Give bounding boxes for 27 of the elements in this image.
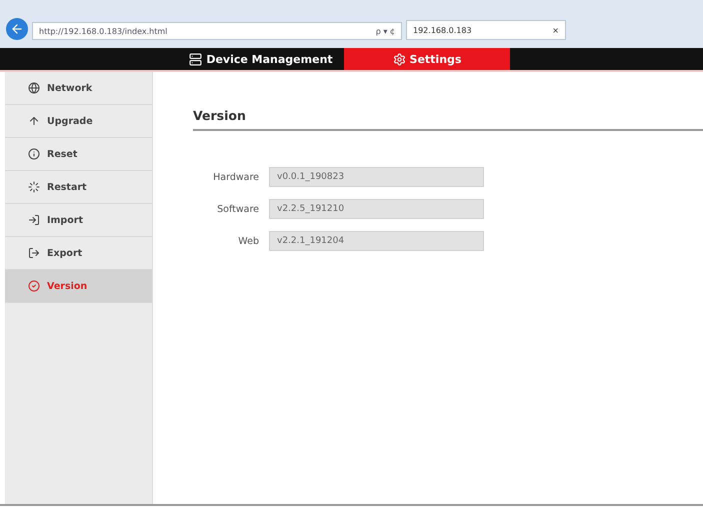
globe-icon (28, 82, 40, 94)
version-field[interactable]: v0.0.1_190823 (269, 167, 484, 187)
arrow-up-icon (28, 115, 40, 127)
sidebar-item[interactable]: Network (5, 72, 152, 105)
browser-tab[interactable]: 192.168.0.183 × (406, 20, 566, 40)
version-field[interactable]: v2.2.5_191210 (269, 199, 484, 219)
field-label: Web (237, 236, 259, 246)
address-bar[interactable]: http://192.168.0.183/index.html ρ ▾ ¢ (32, 22, 402, 40)
version-field[interactable]: v2.2.1_191204 (269, 231, 484, 251)
check-circle-icon (28, 280, 40, 292)
tab-close-button[interactable]: × (552, 26, 559, 34)
import-icon (28, 214, 40, 226)
sidebar-item[interactable]: Upgrade (5, 105, 152, 138)
sidebar-item[interactable]: Restart (5, 171, 152, 204)
settings-icon (392, 52, 406, 66)
export-icon (28, 247, 40, 259)
spinner-icon (28, 181, 40, 193)
field-label: Hardware (212, 172, 259, 182)
nav-tab[interactable]: Device Management (178, 48, 344, 70)
sidebar-item[interactable]: Reset (5, 138, 152, 171)
back-button[interactable] (6, 18, 28, 40)
sidebar-item[interactable]: Import (5, 204, 152, 237)
section-title: Version (193, 108, 703, 131)
field-label: Software (216, 204, 259, 214)
info-icon (28, 148, 40, 160)
nav-tab[interactable]: Settings (344, 48, 510, 70)
server-icon (189, 52, 202, 66)
